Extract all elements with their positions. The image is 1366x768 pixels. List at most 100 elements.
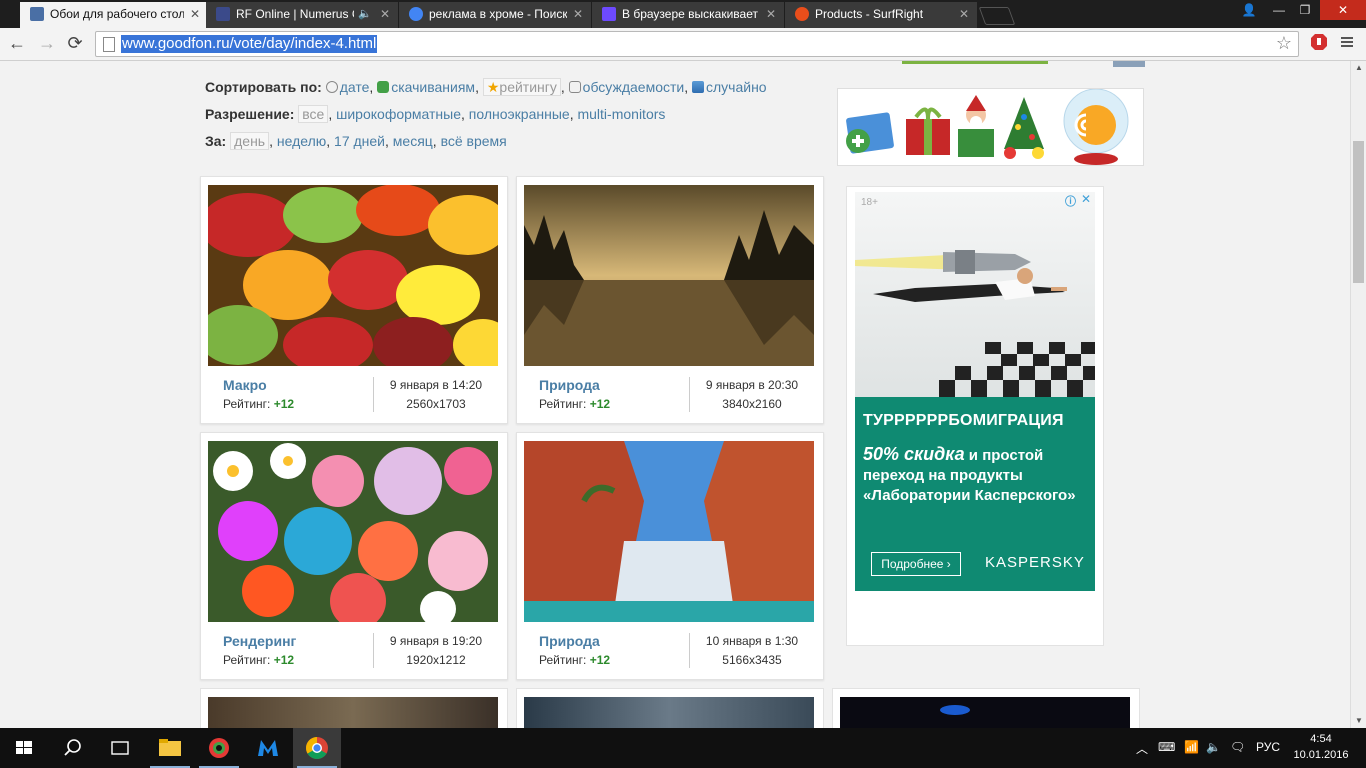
ad-more-button[interactable]: Подробнее › [871,552,961,576]
period-all-time-link[interactable]: всё время [441,133,507,149]
resolution-link[interactable]: 5166x3435 [689,653,815,667]
resolution-link[interactable]: 3840x2160 [689,397,815,411]
wallpaper-thumbnail[interactable] [840,697,1130,728]
sort-rating-label: рейтингу [499,79,557,95]
close-tab-icon[interactable]: ✕ [959,2,969,26]
wallpaper-card[interactable]: Рендеринг Рейтинг: +12 9 января в 19:20 … [200,432,508,680]
tab-rf-online[interactable]: RF Online | Numerus Co 🔈 ✕ [206,2,398,28]
wifi-icon[interactable]: 📶 [1184,740,1199,754]
wallpaper-thumbnail-rendered-flowers[interactable] [208,441,498,622]
resolution-multimonitor-link[interactable]: multi-monitors [577,106,665,122]
start-button[interactable] [0,728,48,768]
rating-label: Рейтинг: [223,397,271,411]
wallpaper-thumbnail[interactable] [524,697,814,728]
url-text[interactable]: www.goodfon.ru/vote/day/index-4.html [121,35,378,53]
period-17-days-link[interactable]: 17 дней [334,133,385,149]
ad-info-icon[interactable]: ⓘ [1065,193,1076,209]
category-link[interactable]: Природа [539,633,600,649]
scroll-down-arrow-icon[interactable]: ▼ [1351,714,1366,728]
scrollbar-thumb[interactable] [1353,141,1364,283]
tab-wallpapers[interactable]: Обои для рабочего стола ✕ [20,2,208,28]
address-bar[interactable]: www.goodfon.ru/vote/day/index-4.html ☆ [95,31,1299,57]
show-hidden-icons-chevron-icon[interactable]: ︿ [1136,740,1148,757]
scroll-up-arrow-icon[interactable]: ▲ [1351,61,1366,75]
close-tab-icon[interactable]: ✕ [573,2,583,26]
ad-close-icon[interactable]: ✕ [1081,192,1091,206]
holiday-icons-image [846,89,1129,165]
kaspersky-ad[interactable]: 18+ ⓘ ✕ ТУРРРРРРБОМИГРАЦИЯ 50% скидка и … [855,192,1095,591]
sort-filter: Сортировать по: дате, скачиваниям, ★рейт… [205,78,767,96]
tab-browser-popup[interactable]: В браузере выскакивает ✕ [592,2,784,28]
audio-playing-icon[interactable]: 🔈 [358,2,372,26]
wallpaper-thumbnail-misty-lake[interactable] [524,185,814,366]
surfright-favicon-icon [795,7,809,21]
period-day-selected[interactable]: день [230,132,270,150]
back-button[interactable]: ← [6,32,28,54]
sort-by-date-link[interactable]: дате [340,79,370,95]
language-indicator[interactable]: РУС [1256,740,1280,754]
sort-by-discussion-link[interactable]: обсуждаемости [583,79,685,95]
forward-button[interactable]: → [36,32,58,54]
adblock-extension-icon[interactable] [1310,33,1328,51]
rating-label: Рейтинг: [539,653,587,667]
reload-button[interactable]: ⟳ [64,32,86,54]
chrome-taskbar-button[interactable] [293,728,341,768]
resolution-widescreen-link[interactable]: широкоформатные [336,106,461,122]
tab-surfright[interactable]: Products - SurfRight ✕ [785,2,977,28]
windows-logo-icon [16,741,32,754]
ad-illustration [855,192,1095,397]
wallpaper-thumbnail-canyon-waterfall[interactable] [524,441,814,622]
download-icon [377,81,390,93]
maximize-button[interactable]: ❐ [1292,0,1318,20]
wallpaper-thumbnail[interactable] [208,697,498,728]
tab-google-search[interactable]: реклама в хроме - Поиск ✕ [399,2,591,28]
holiday-banner[interactable] [837,88,1144,166]
sort-by-downloads-link[interactable]: скачиваниям [391,79,475,95]
wallpaper-card-partial[interactable] [516,688,824,728]
resolution-fullscreen-link[interactable]: полноэкранные [469,106,570,122]
resolution-link[interactable]: 1920x1212 [373,653,499,667]
wallpaper-thumbnail-autumn-leaves[interactable] [208,185,498,366]
wallpaper-card[interactable]: Природа Рейтинг: +12 9 января в 20:30 38… [516,176,824,424]
user-profile-icon[interactable]: 👤 [1236,0,1262,20]
category-link[interactable]: Природа [539,377,600,393]
category-link[interactable]: Рендеринг [223,633,296,649]
wallpaper-card[interactable]: Макро Рейтинг: +12 9 января в 14:20 2560… [200,176,508,424]
sort-random-link[interactable]: случайно [706,79,767,95]
rating-label: Рейтинг: [539,397,587,411]
page-viewport: Сортировать по: дате, скачиваниям, ★рейт… [0,61,1350,728]
file-explorer-button[interactable] [146,728,194,768]
new-tab-button[interactable] [978,7,1016,25]
period-week-link[interactable]: неделю [277,133,326,149]
keyboard-icon[interactable]: ⌨ [1158,740,1175,754]
bookmark-star-icon[interactable]: ☆ [1276,32,1292,54]
resolution-all-selected[interactable]: все [298,105,329,123]
wallpaper-card[interactable]: Природа Рейтинг: +12 10 января в 1:30 51… [516,432,824,680]
tab-title: RF Online | Numerus Co [236,7,354,21]
category-link[interactable]: Макро [223,377,267,393]
close-tab-icon[interactable]: ✕ [190,2,200,26]
system-clock[interactable]: 4:54 10.01.2016 [1292,731,1350,763]
task-view-button[interactable] [96,728,144,768]
upload-date: 9 января в 19:20 [389,634,483,648]
rating: Рейтинг: +12 [539,397,610,411]
notifications-icon[interactable]: 🗨 [1230,740,1245,754]
chrome-menu-icon[interactable] [1338,33,1356,51]
period-month-link[interactable]: месяц [393,133,433,149]
close-tab-icon[interactable]: ✕ [380,2,390,26]
wallpaper-card-partial[interactable] [200,688,508,728]
separator: , [432,133,441,149]
page-scrollbar[interactable]: ▲ ▼ [1350,61,1366,728]
close-window-button[interactable]: ✕ [1320,0,1366,20]
close-tab-icon[interactable]: ✕ [766,2,776,26]
search-button[interactable] [48,728,96,768]
malwarebytes-button[interactable] [244,728,292,768]
page-icon [103,37,115,52]
ad-more-label: Подробнее [881,557,944,571]
sort-by-rating-selected[interactable]: ★рейтингу [482,78,561,96]
wallpaper-card-partial[interactable] [832,688,1140,728]
volume-icon[interactable]: 🔈 [1206,740,1221,754]
ccleaner-button[interactable] [195,728,243,768]
resolution-link[interactable]: 2560x1703 [373,397,499,411]
minimize-button[interactable]: — [1266,0,1292,20]
